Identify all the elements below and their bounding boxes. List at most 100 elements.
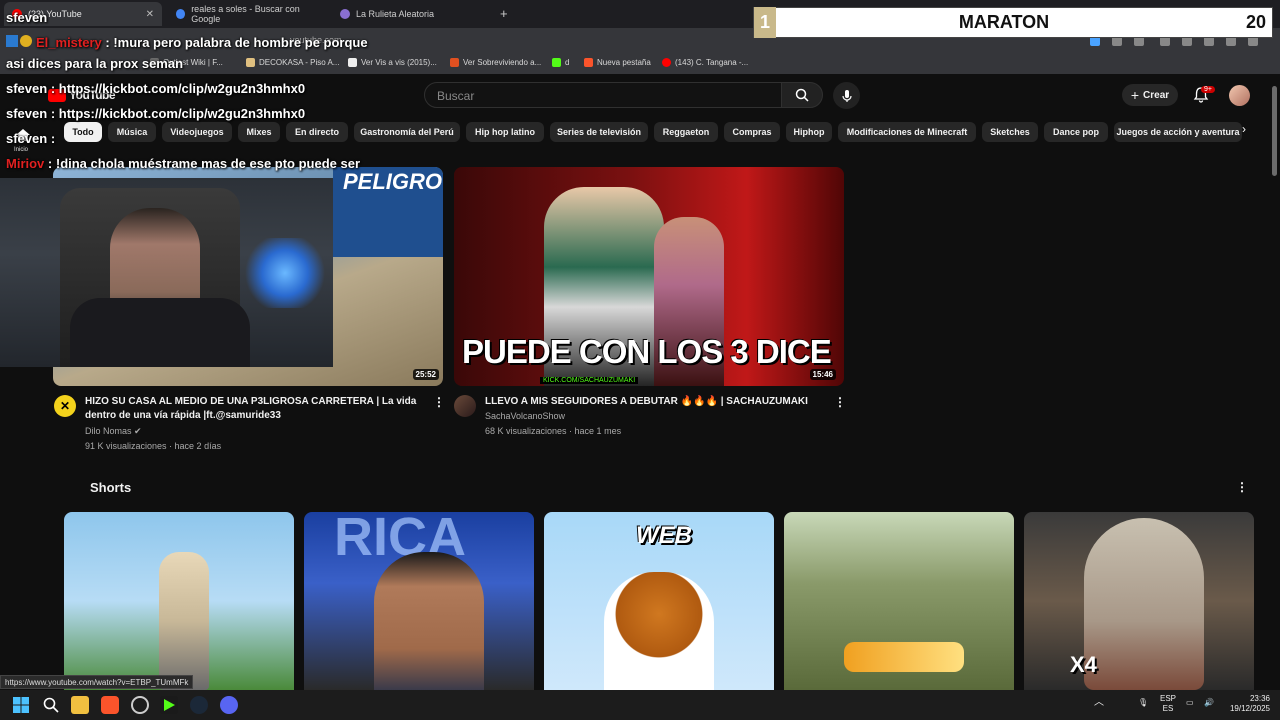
status-url: https://www.youtube.com/watch?v=ETBP_TUm… <box>0 675 194 689</box>
chip-juegos-accion[interactable]: Juegos de acción y aventura <box>1114 122 1242 142</box>
chip-compras[interactable]: Compras <box>724 122 780 142</box>
brave-favicon-icon <box>584 58 593 67</box>
chip-gastronomia[interactable]: Gastronomía del Perú <box>354 122 460 142</box>
maraton-position: 1 <box>754 7 776 38</box>
chip-en-directo[interactable]: En directo <box>286 122 348 142</box>
more-options-icon[interactable]: ⋮ <box>1236 480 1248 494</box>
file-explorer-icon[interactable] <box>71 696 89 714</box>
badge-icon <box>6 35 18 47</box>
page-scrollbar[interactable] <box>1272 86 1277 176</box>
chip-musica[interactable]: Música <box>108 122 156 142</box>
more-options-icon[interactable]: ⋮ <box>433 395 445 409</box>
chip-series-tv[interactable]: Series de televisión <box>550 122 648 142</box>
chat-line: sfeven : https://kickbot.com/clip/w2gu2n… <box>6 106 306 121</box>
maraton-overlay: 1 MARATON 20 <box>753 7 1273 38</box>
bookmark-label: (143) C. Tangana -... <box>675 58 749 67</box>
tab-google[interactable]: reales a soles - Buscar con Google <box>168 2 328 26</box>
language-code: ESP <box>1160 694 1177 703</box>
bookmarks-bar: Outlast Wiki | F... DECOKASA - Piso A...… <box>0 54 1280 74</box>
search-icon[interactable] <box>42 696 60 714</box>
microphone-icon[interactable]: 🎙 <box>1138 698 1148 708</box>
channel-avatar[interactable] <box>454 395 476 417</box>
chip-hip-hop-latino[interactable]: Hip hop latino <box>466 122 544 142</box>
more-options-icon[interactable]: ⋮ <box>834 395 846 409</box>
chip-todo[interactable]: Todo <box>64 122 102 142</box>
chat-username: sfeven <box>6 10 48 25</box>
channel-avatar[interactable]: ✕ <box>54 395 76 417</box>
chip-hiphop[interactable]: Hiphop <box>786 122 832 142</box>
chevron-up-icon[interactable]: ︿ <box>1094 698 1104 708</box>
language-indicator[interactable]: ESP ES <box>1160 694 1176 714</box>
network-icon[interactable]: ▭ <box>1186 698 1194 708</box>
bookmark-item[interactable]: d <box>552 58 569 67</box>
chat-username: Miriov <box>6 156 45 171</box>
person-graphic <box>374 552 484 690</box>
chat-username: sfeven <box>6 81 48 96</box>
character-graphic <box>604 572 714 690</box>
video-title[interactable]: LLEVO A MIS SEGUIDORES A DEBUTAR 🔥🔥🔥 | S… <box>485 395 825 409</box>
bookmark-item[interactable]: Ver Vis a vis (2015)... <box>348 58 437 67</box>
bookmark-label: Nueva pestaña <box>597 58 651 67</box>
chat-message: asi dices para la prox seman <box>6 56 184 71</box>
bookmark-item[interactable]: DECOKASA - Piso A... <box>246 58 339 67</box>
clock-time: 23:36 <box>1249 694 1270 703</box>
youtube-favicon-icon <box>662 58 671 67</box>
obs-icon[interactable] <box>131 696 149 714</box>
close-tab-icon[interactable]: ✕ <box>146 9 154 20</box>
chip-mixes[interactable]: Mixes <box>238 122 280 142</box>
video-meta: 68 K visualizaciones · hace 1 mes <box>485 426 622 436</box>
volume-icon[interactable]: 🔊 <box>1204 698 1214 708</box>
create-button[interactable]: + Crear <box>1122 84 1178 106</box>
chip-minecraft-mods[interactable]: Modificaciones de Minecraft <box>838 122 976 142</box>
chip-sketches[interactable]: Sketches <box>982 122 1038 142</box>
bookmark-item[interactable]: (143) C. Tangana -... <box>662 58 748 67</box>
windows-start-icon[interactable] <box>12 696 30 714</box>
short-card[interactable] <box>784 512 1014 690</box>
short-card[interactable]: X4 <box>1024 512 1254 690</box>
bookmark-label: DECOKASA - Piso A... <box>259 58 340 67</box>
short-card[interactable]: RICA <box>304 512 534 690</box>
chat-line: Miriov : !dina chola muéstrame mas de es… <box>6 156 361 171</box>
bookmark-item[interactable]: Ver Sobreviviendo a... <box>450 58 541 67</box>
short-caption: WEB <box>636 522 692 549</box>
fire-graphic <box>844 642 964 672</box>
chip-reggaeton[interactable]: Reggaeton <box>654 122 718 142</box>
sidebar-home-label[interactable]: Inicio <box>14 147 28 153</box>
short-card[interactable]: WEB <box>544 512 774 690</box>
chat-username: sfeven <box>6 106 48 121</box>
channel-name-text: Dilo Nomas <box>85 426 132 436</box>
kick-app-icon[interactable] <box>160 696 178 714</box>
chip-dance-pop[interactable]: Dance pop <box>1044 122 1108 142</box>
tab-ruleta[interactable]: La Rulieta Aleatoria <box>332 2 492 26</box>
clock-date: 19/12/2025 <box>1229 704 1270 713</box>
chat-line: asi dices para la prox seman <box>6 56 183 71</box>
tab-label: reales a soles - Buscar con Google <box>191 4 300 24</box>
search-input[interactable]: Buscar <box>424 82 782 108</box>
voice-search-button[interactable] <box>833 82 860 109</box>
bookmark-label: d <box>565 58 570 67</box>
microphone-icon <box>841 89 852 102</box>
video-title[interactable]: HIZO SU CASA AL MEDIO DE UNA P3LIGROSA C… <box>85 395 420 423</box>
chat-line: El_mistery : !mura pero palabra de hombr… <box>6 35 368 50</box>
kick-favicon-icon <box>552 58 561 67</box>
video-duration: 25:52 <box>412 369 439 380</box>
steam-icon[interactable] <box>190 696 208 714</box>
search-button[interactable] <box>781 82 823 108</box>
chevron-right-icon[interactable]: › <box>1242 122 1260 142</box>
bookmark-item[interactable]: Nueva pestaña <box>584 58 651 67</box>
brave-browser-icon[interactable] <box>101 696 119 714</box>
chat-line: sfeven : https://kickbot.com/clip/w2gu2n… <box>6 81 306 96</box>
chat-username: El_mistery <box>36 35 102 50</box>
channel-name[interactable]: SachaVolcanoShow <box>485 409 565 423</box>
chip-videojuegos[interactable]: Videojuegos <box>162 122 232 142</box>
account-avatar[interactable] <box>1229 85 1250 106</box>
search-icon <box>795 88 809 102</box>
clock[interactable]: 23:36 19/12/2025 <box>1226 694 1270 714</box>
channel-name[interactable]: Dilo Nomas ✔ <box>85 424 142 438</box>
discord-icon[interactable] <box>220 696 238 714</box>
new-tab-plus-icon[interactable]: + <box>500 6 508 21</box>
short-caption: X4 <box>1070 652 1097 677</box>
video-thumbnail[interactable]: PUEDE CON LOS 3 DICE KICK.COM/SACHAUZUMA… <box>454 167 844 386</box>
short-card[interactable] <box>64 512 294 690</box>
chat-message: !mura pero palabra de hombre pe porque <box>113 35 368 50</box>
